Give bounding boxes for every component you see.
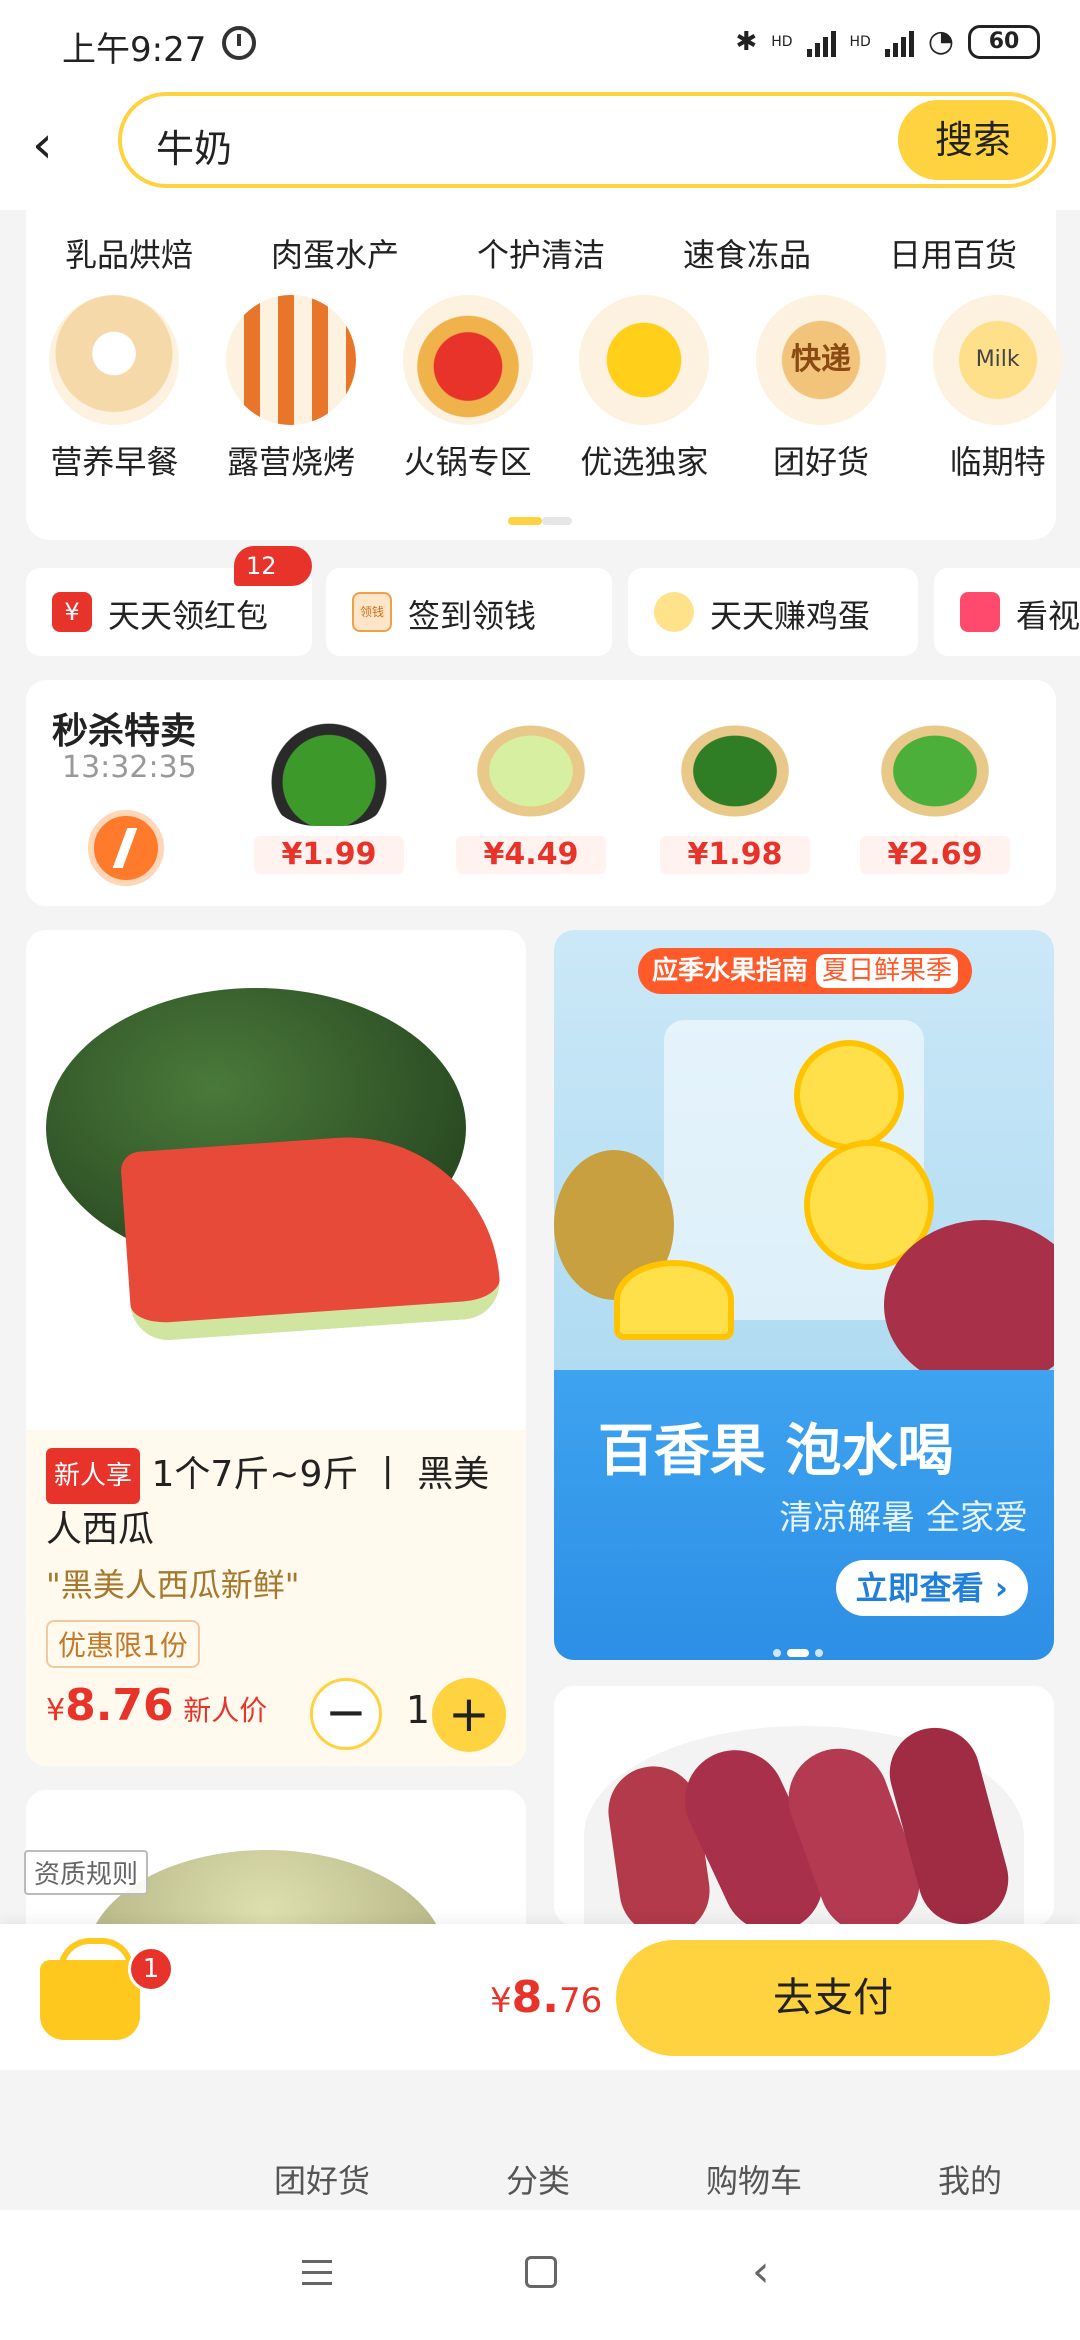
- back-arrow-icon[interactable]: ‹: [32, 115, 82, 175]
- status-bar: 上午9:27 ✱ HD HD ◔ 60: [0, 0, 1080, 90]
- banner-cta-button[interactable]: 立即查看 ›: [835, 1560, 1028, 1616]
- system-back-icon[interactable]: ‹: [752, 2246, 770, 2297]
- wifi-icon: ◔: [927, 24, 954, 59]
- category-meat-egg-seafood[interactable]: 肉蛋水产: [232, 230, 438, 276]
- signal-icon-1: [806, 27, 836, 57]
- cabbage-image: [466, 716, 596, 826]
- increase-quantity-button[interactable]: +: [432, 1678, 506, 1752]
- tab-group-goods[interactable]: 团好货: [274, 2156, 370, 2202]
- status-time: 上午9:27: [62, 30, 207, 70]
- red-packet-badge: 12元: [234, 546, 312, 620]
- product-title: 新人享 1个7斤~9斤 丨 黑美人西瓜: [46, 1448, 516, 1556]
- bluetooth-icon: ✱: [735, 26, 758, 57]
- banner-headline: 百香果 泡水喝: [598, 1419, 954, 1484]
- bottom-nav: 团好货 分类 购物车 我的: [0, 2070, 1080, 2210]
- category-personal-care[interactable]: 个护清洁: [438, 230, 644, 276]
- tab-mine[interactable]: 我的: [938, 2156, 1002, 2202]
- shopping-basket-icon[interactable]: [40, 1938, 140, 2040]
- flash-item-okra[interactable]: ¥1.98: [660, 716, 810, 876]
- banner-text-area: 百香果 泡水喝 清凉解暑 全家爱 立即查看 ›: [554, 1370, 1054, 1660]
- sign-in-entry[interactable]: 领钱 签到领钱: [326, 568, 612, 656]
- watermelon-image: [26, 930, 526, 1430]
- flash-sale-card[interactable]: 秒杀特卖 13:32:35 ¥1.99 ¥4.49 ¥1.98 ¥2.69: [26, 680, 1056, 906]
- lemon-wedge-image: [614, 1260, 734, 1340]
- okra-image: [670, 716, 800, 826]
- search-header: ‹ 牛奶 搜索: [0, 90, 1080, 210]
- category-near-expiry[interactable]: Milk 临期特: [909, 295, 1080, 483]
- category-hotpot[interactable]: 火锅专区: [379, 295, 556, 483]
- milk-carton-icon: Milk: [932, 295, 1063, 425]
- dumpling-steamer-icon: [49, 295, 180, 425]
- red-packet-entry[interactable]: ¥ 天天领红包 12元: [26, 546, 312, 656]
- tv-icon: [960, 592, 1000, 632]
- hd-label-2: HD: [849, 33, 871, 50]
- alarm-icon: [222, 26, 256, 60]
- system-nav-bar: ‹: [0, 2210, 1080, 2340]
- banner-subline: 清凉解暑 全家爱: [779, 1498, 1028, 1538]
- checkout-button[interactable]: 去支付: [616, 1940, 1050, 2056]
- product-info: 新人享 1个7斤~9斤 丨 黑美人西瓜 "黑美人西瓜新鲜" 优惠限1份 ¥8.7…: [26, 1430, 526, 1766]
- banner-indicator: [770, 1642, 826, 1660]
- page-indicator: [508, 510, 578, 525]
- cart-count-badge: 1: [128, 1946, 174, 1992]
- cart-bar: 1 ¥8.76 去支付: [0, 1924, 1080, 2070]
- category-camping-bbq[interactable]: 露营烧烤: [203, 295, 380, 483]
- new-user-tag: 新人享: [46, 1448, 141, 1504]
- status-icons: ✱ HD HD ◔ 60: [735, 24, 1040, 59]
- category-row-1: 乳品烘焙 肉蛋水产 个护清洁 速食冻品 日用百货: [26, 230, 1056, 276]
- express-box-icon: 快递: [756, 295, 887, 425]
- video-entry[interactable]: 看视: [934, 568, 1080, 656]
- category-exclusive[interactable]: 优选独家: [556, 295, 733, 483]
- menu-icon[interactable]: [302, 2260, 332, 2293]
- benefits-strip: ¥ 天天领红包 12元 领钱 签到领钱 天天赚鸡蛋 看视: [26, 546, 1080, 658]
- battery-icon: 60: [968, 24, 1040, 59]
- calendar-icon: 领钱: [352, 592, 392, 632]
- red-packet-icon: ¥: [52, 592, 92, 632]
- flash-item-pepper[interactable]: ¥1.99: [254, 716, 404, 876]
- search-input[interactable]: 牛奶 搜索: [118, 92, 1056, 188]
- product-price: ¥8.76 新人价: [46, 1680, 268, 1731]
- hd-label-1: HD: [771, 33, 793, 50]
- search-button[interactable]: 搜索: [898, 100, 1048, 180]
- chick-icon: [654, 592, 694, 632]
- pepper-image: [264, 716, 394, 826]
- banner-tag: 应季水果指南 夏日鲜果季: [638, 948, 973, 994]
- decrease-quantity-button[interactable]: −: [310, 1678, 382, 1750]
- qualification-rules-link[interactable]: 资质规则: [24, 1850, 149, 1895]
- category-dairy-bakery[interactable]: 乳品烘焙: [26, 230, 232, 276]
- tab-category[interactable]: 分类: [506, 2156, 570, 2202]
- category-breakfast[interactable]: 营养早餐: [26, 295, 203, 483]
- greens-image: [870, 716, 1000, 826]
- search-query[interactable]: 牛奶: [156, 118, 232, 173]
- yellow-mascot-icon: [579, 295, 710, 425]
- home-icon[interactable]: [525, 2256, 557, 2288]
- signal-icon-2: [884, 27, 914, 57]
- category-row-2: 营养早餐 露营烧烤 火锅专区 优选独家 快递 团好货 Milk 临期特: [26, 295, 1080, 483]
- tab-cart[interactable]: 购物车: [706, 2156, 802, 2202]
- bbq-skewer-icon: [226, 295, 356, 425]
- hotpot-icon: [402, 295, 533, 425]
- product-card-watermelon[interactable]: 新人享 1个7斤~9斤 丨 黑美人西瓜 "黑美人西瓜新鲜" 优惠限1份 ¥8.7…: [26, 930, 526, 1766]
- category-group-goods[interactable]: 快递 团好货: [733, 295, 910, 483]
- product-subtitle: "黑美人西瓜新鲜": [46, 1566, 300, 1604]
- egg-entry[interactable]: 天天赚鸡蛋: [628, 568, 918, 656]
- lemon-slice-image: [794, 1040, 904, 1150]
- flash-item-cabbage[interactable]: ¥4.49: [456, 716, 606, 876]
- flash-sale-countdown: 13:32:35: [62, 750, 197, 785]
- cart-total: ¥8.76: [490, 1972, 603, 2023]
- promo-banner[interactable]: 应季水果指南 夏日鲜果季 百香果 泡水喝 清凉解暑 全家爱 立即查看 ›: [554, 930, 1054, 1660]
- category-frozen-food[interactable]: 速食冻品: [644, 230, 850, 276]
- flash-sale-title: 秒杀特卖: [52, 711, 197, 752]
- limit-tag: 优惠限1份: [46, 1620, 200, 1668]
- category-grid: 乳品烘焙 肉蛋水产 个护清洁 速食冻品 日用百货 营养早餐 露营烧烤 火锅专区 …: [26, 200, 1063, 540]
- alarm-clock-icon: [88, 810, 164, 886]
- category-daily-goods[interactable]: 日用百货: [850, 230, 1056, 276]
- flash-item-greens[interactable]: ¥2.69: [860, 716, 1010, 876]
- product-card-sweet-potato[interactable]: [554, 1686, 1054, 1926]
